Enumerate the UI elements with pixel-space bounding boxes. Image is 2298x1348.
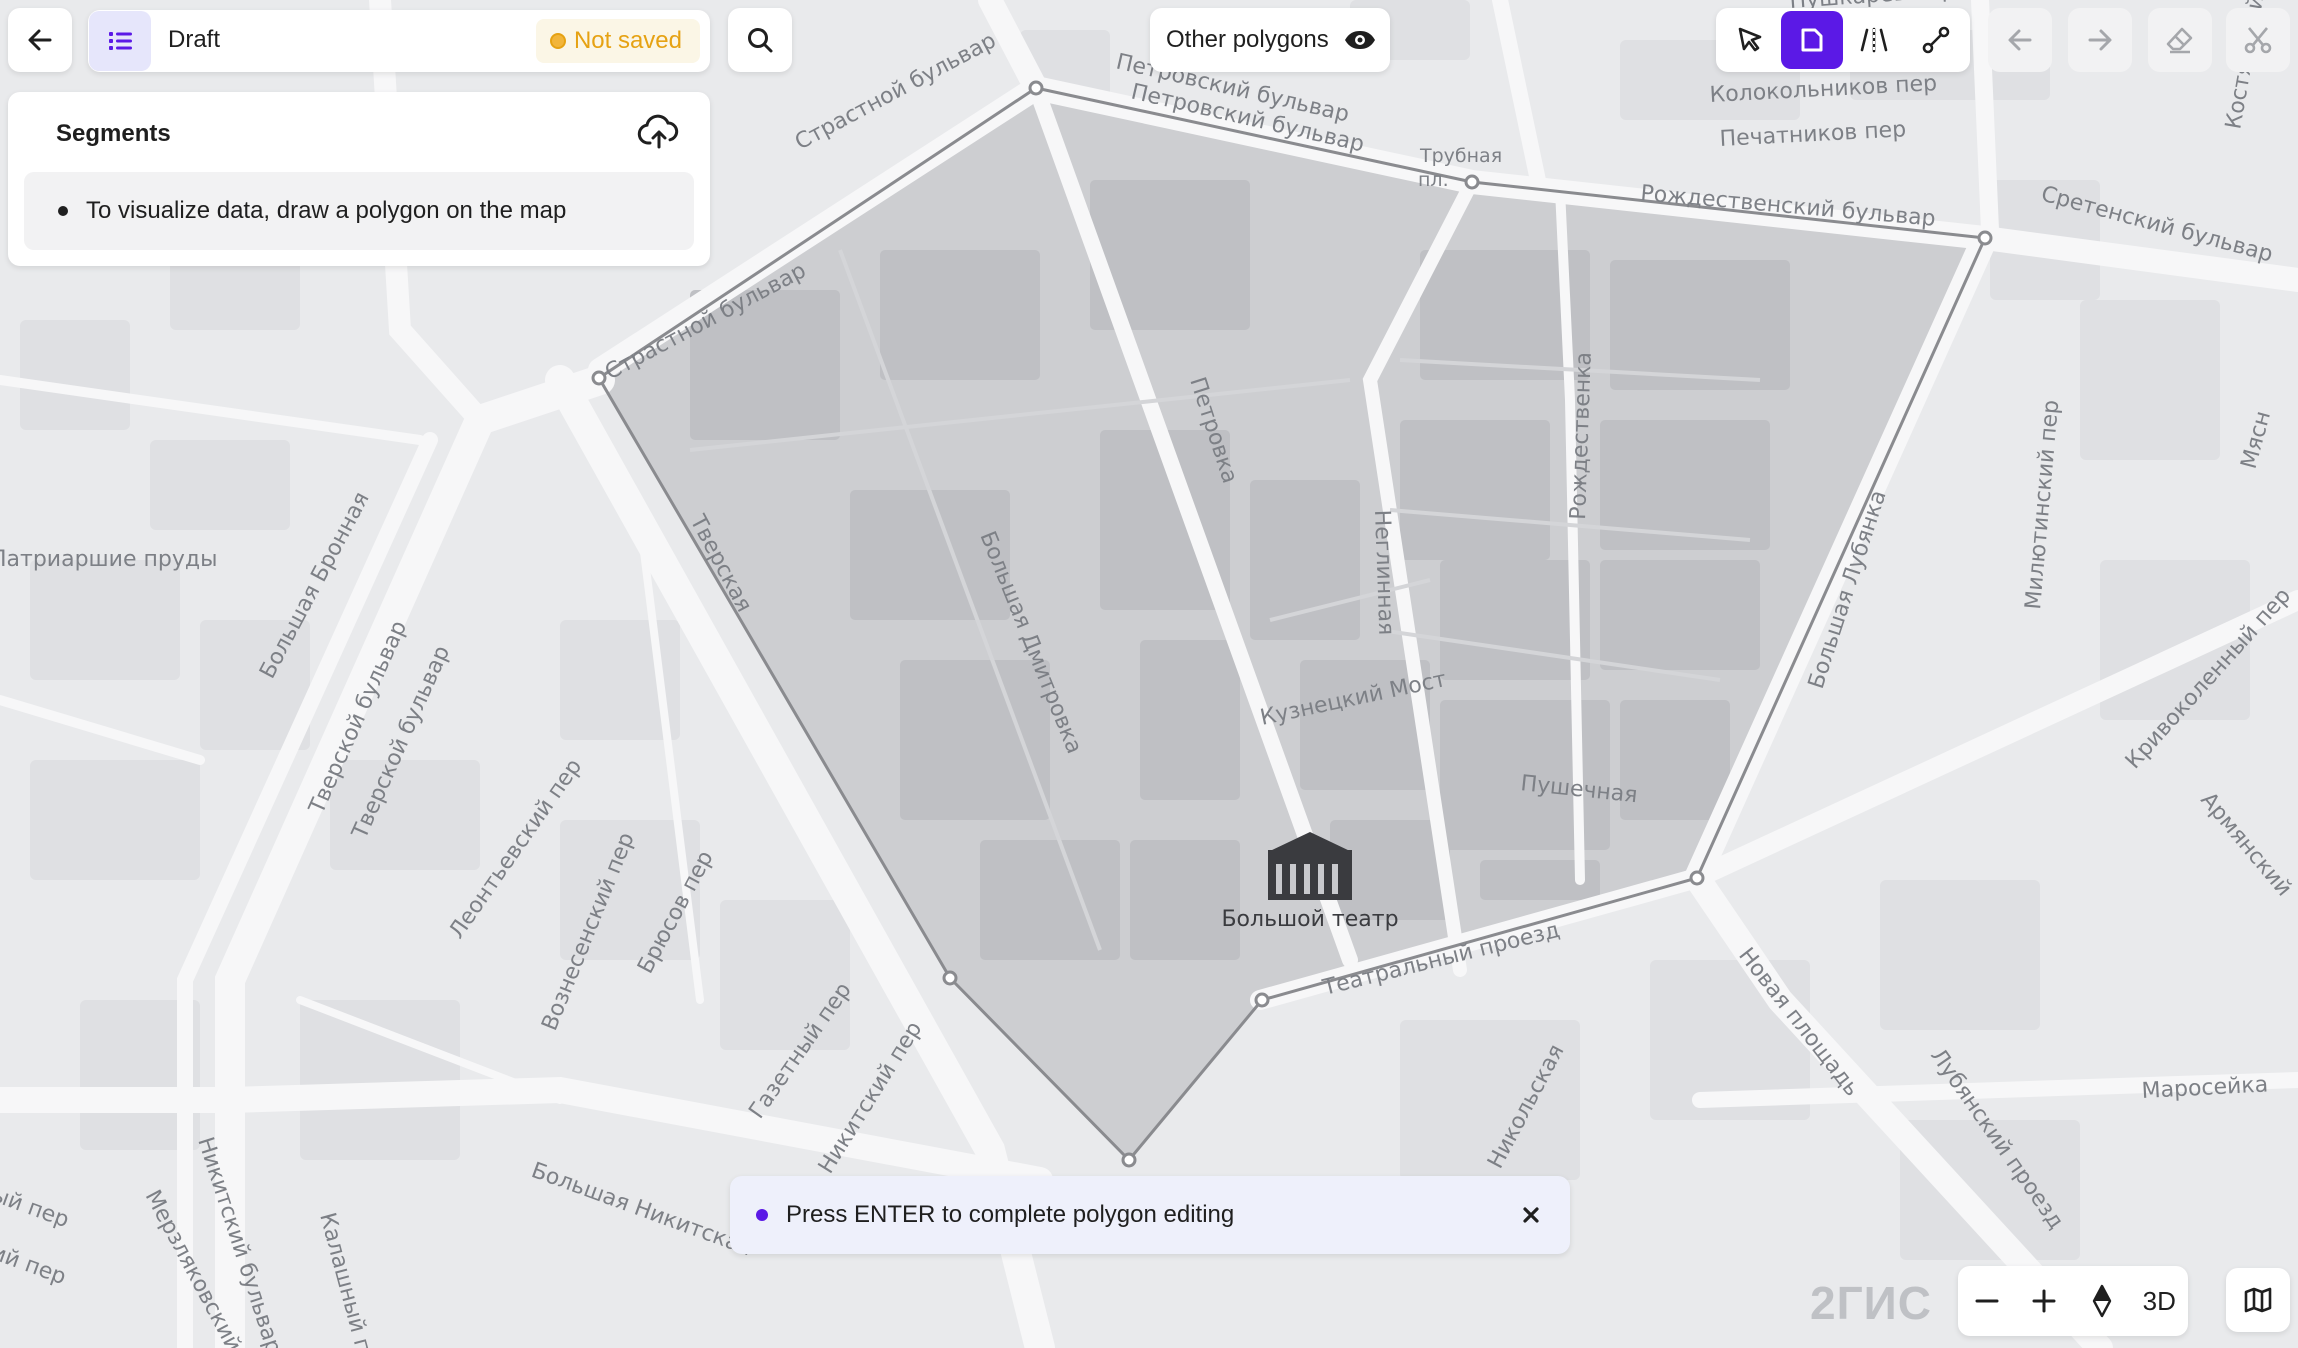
split-icon — [1860, 27, 1888, 53]
select-tool-button[interactable] — [1719, 11, 1781, 69]
redo-button[interactable] — [2068, 8, 2132, 72]
map-icon — [2244, 1287, 2272, 1313]
cursor-icon — [1738, 27, 1762, 52]
minus-icon — [1975, 1299, 1999, 1303]
polygon-vertex[interactable] — [1254, 992, 1270, 1008]
close-icon — [1523, 1207, 1539, 1223]
segments-title: Segments — [56, 120, 171, 147]
plus-icon — [2032, 1289, 2056, 1313]
undo-button[interactable] — [1988, 8, 2052, 72]
toast-close-button[interactable] — [1512, 1196, 1550, 1234]
polygon-vertex[interactable] — [1028, 80, 1044, 96]
polygon-vertex[interactable] — [1689, 870, 1705, 886]
scissors-icon — [2244, 27, 2272, 54]
landmark-label[interactable]: Большой театр — [1221, 907, 1398, 932]
street-label: Трубная — [1419, 145, 1502, 167]
polygon-vertex[interactable] — [1977, 230, 1993, 246]
segments-panel: Segments To visualize data, draw a polyg… — [8, 92, 710, 266]
toast-dot-icon — [756, 1209, 768, 1221]
polygon-vertex[interactable] — [942, 970, 958, 986]
zoom-out-button[interactable] — [1959, 1273, 2015, 1329]
save-status-badge: Not saved — [535, 19, 700, 63]
arrow-right-icon — [2088, 29, 2112, 51]
editing-toast: Press ENTER to complete polygon editing — [730, 1176, 1570, 1254]
line-segment-icon — [1922, 26, 1950, 54]
brand-logo: 2ГИС — [1810, 1277, 1932, 1329]
polygon-vertex[interactable] — [1121, 1152, 1137, 1168]
compass-icon — [2092, 1284, 2111, 1318]
cut-button[interactable] — [2226, 8, 2290, 72]
cloud-upload-icon[interactable] — [636, 110, 682, 156]
split-tool-button[interactable] — [1843, 11, 1905, 69]
status-dot-icon — [549, 33, 566, 49]
drawing-tools — [1716, 8, 1970, 72]
polygon-vertex[interactable] — [591, 370, 607, 386]
street-label: пл. — [1418, 169, 1449, 191]
arrow-left-icon — [28, 29, 52, 51]
segments-hint-text: To visualize data, draw a polygon on the… — [86, 197, 567, 224]
list-icon — [109, 32, 132, 50]
draft-title[interactable]: Draft — [168, 26, 220, 54]
eraser-button[interactable] — [2148, 8, 2212, 72]
eye-icon — [1344, 31, 1375, 49]
map-controls: 3D — [1958, 1266, 2188, 1336]
street-label: Неглинная — [1369, 509, 1398, 635]
other-polygons-toggle[interactable]: Other polygons — [1150, 8, 1390, 72]
bullet-icon — [58, 206, 68, 216]
zoom-in-button[interactable] — [2016, 1273, 2072, 1329]
eraser-icon — [2166, 27, 2193, 54]
polygon-tool-button[interactable] — [1781, 11, 1843, 69]
draft-header: Draft Not saved — [88, 10, 710, 72]
street-label: Патриаршие пруды — [0, 547, 217, 572]
compass-button[interactable] — [2074, 1273, 2130, 1329]
arrow-left-icon — [2008, 29, 2032, 51]
map-layers-button[interactable] — [2226, 1268, 2290, 1332]
polygon-vertex[interactable] — [1464, 174, 1480, 190]
save-status-text: Not saved — [573, 27, 682, 54]
back-button[interactable] — [8, 8, 72, 72]
line-tool-button[interactable] — [1905, 11, 1967, 69]
list-button[interactable] — [89, 11, 151, 71]
other-polygons-label: Other polygons — [1166, 26, 1329, 53]
3d-mode-button[interactable]: 3D — [2131, 1273, 2187, 1329]
search-button[interactable] — [728, 8, 792, 72]
search-icon — [748, 28, 773, 53]
toast-message: Press ENTER to complete polygon editing — [786, 1201, 1235, 1228]
segments-hint: To visualize data, draw a polygon on the… — [24, 172, 694, 250]
polygon-icon — [1801, 28, 1823, 52]
